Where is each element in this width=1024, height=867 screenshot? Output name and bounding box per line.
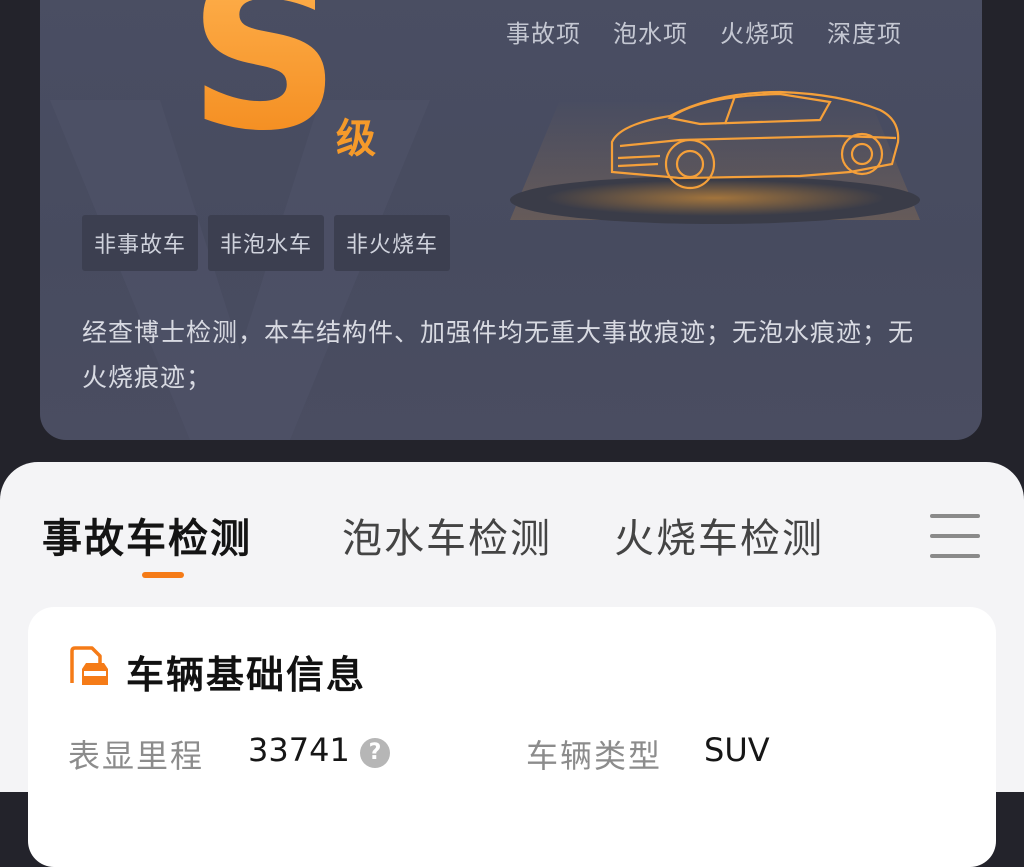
vehicle-info-title: 车辆基础信息 (126, 653, 367, 697)
tab-flood-detection[interactable]: 泡水车检测 (342, 506, 552, 564)
vehicle-type-label: 车辆类型 (526, 737, 663, 775)
tag-non-fire: 非火烧车 (334, 215, 451, 271)
tab-fire-detection[interactable]: 火烧车检测 (614, 506, 824, 564)
vehicle-type-value: SUV (704, 731, 770, 769)
category-tabs: 事故项 泡水项 火烧项 深度项 (506, 14, 902, 49)
help-icon[interactable]: ? (360, 738, 390, 768)
detection-tabbar: 事故车检测 泡水车检测 火烧车检测 (0, 462, 1024, 592)
category-tab-deep[interactable]: 深度项 (827, 14, 902, 49)
car-illustration (510, 90, 920, 224)
grade-letter: S (188, 0, 341, 160)
inspection-description: 经查博士检测，本车结构件、加强件均无重大事故痕迹；无泡水痕迹；无火烧痕迹； (82, 318, 915, 392)
category-tab-flood[interactable]: 泡水项 (613, 14, 688, 49)
inspection-summary-card: S 级 事故项 泡水项 火烧项 深度项 非事故车 非泡水车 非火烧车 经查博士检… (40, 0, 982, 440)
tab-accident-detection[interactable]: 事故车检测 (42, 506, 252, 564)
car-document-icon (70, 646, 108, 685)
category-tab-accident[interactable]: 事故项 (506, 14, 581, 49)
mileage-value: 33741 (248, 731, 350, 769)
mileage-label: 表显里程 (68, 737, 205, 775)
tag-non-flood: 非泡水车 (208, 215, 325, 271)
grade-suffix: 级 (336, 116, 376, 162)
menu-icon[interactable] (930, 514, 980, 558)
tag-non-accident: 非事故车 (82, 215, 199, 271)
result-tags: 非事故车 非泡水车 非火烧车 (82, 215, 451, 271)
category-tab-fire[interactable]: 火烧项 (720, 14, 795, 49)
vehicle-info-card: 车辆基础信息 表显里程 33741 ? 车辆类型 SUV (28, 607, 996, 867)
active-tab-indicator (142, 572, 184, 578)
detail-sheet: 事故车检测 泡水车检测 火烧车检测 车辆基础信息 表显里程 33741 ? 车辆… (0, 462, 1024, 867)
